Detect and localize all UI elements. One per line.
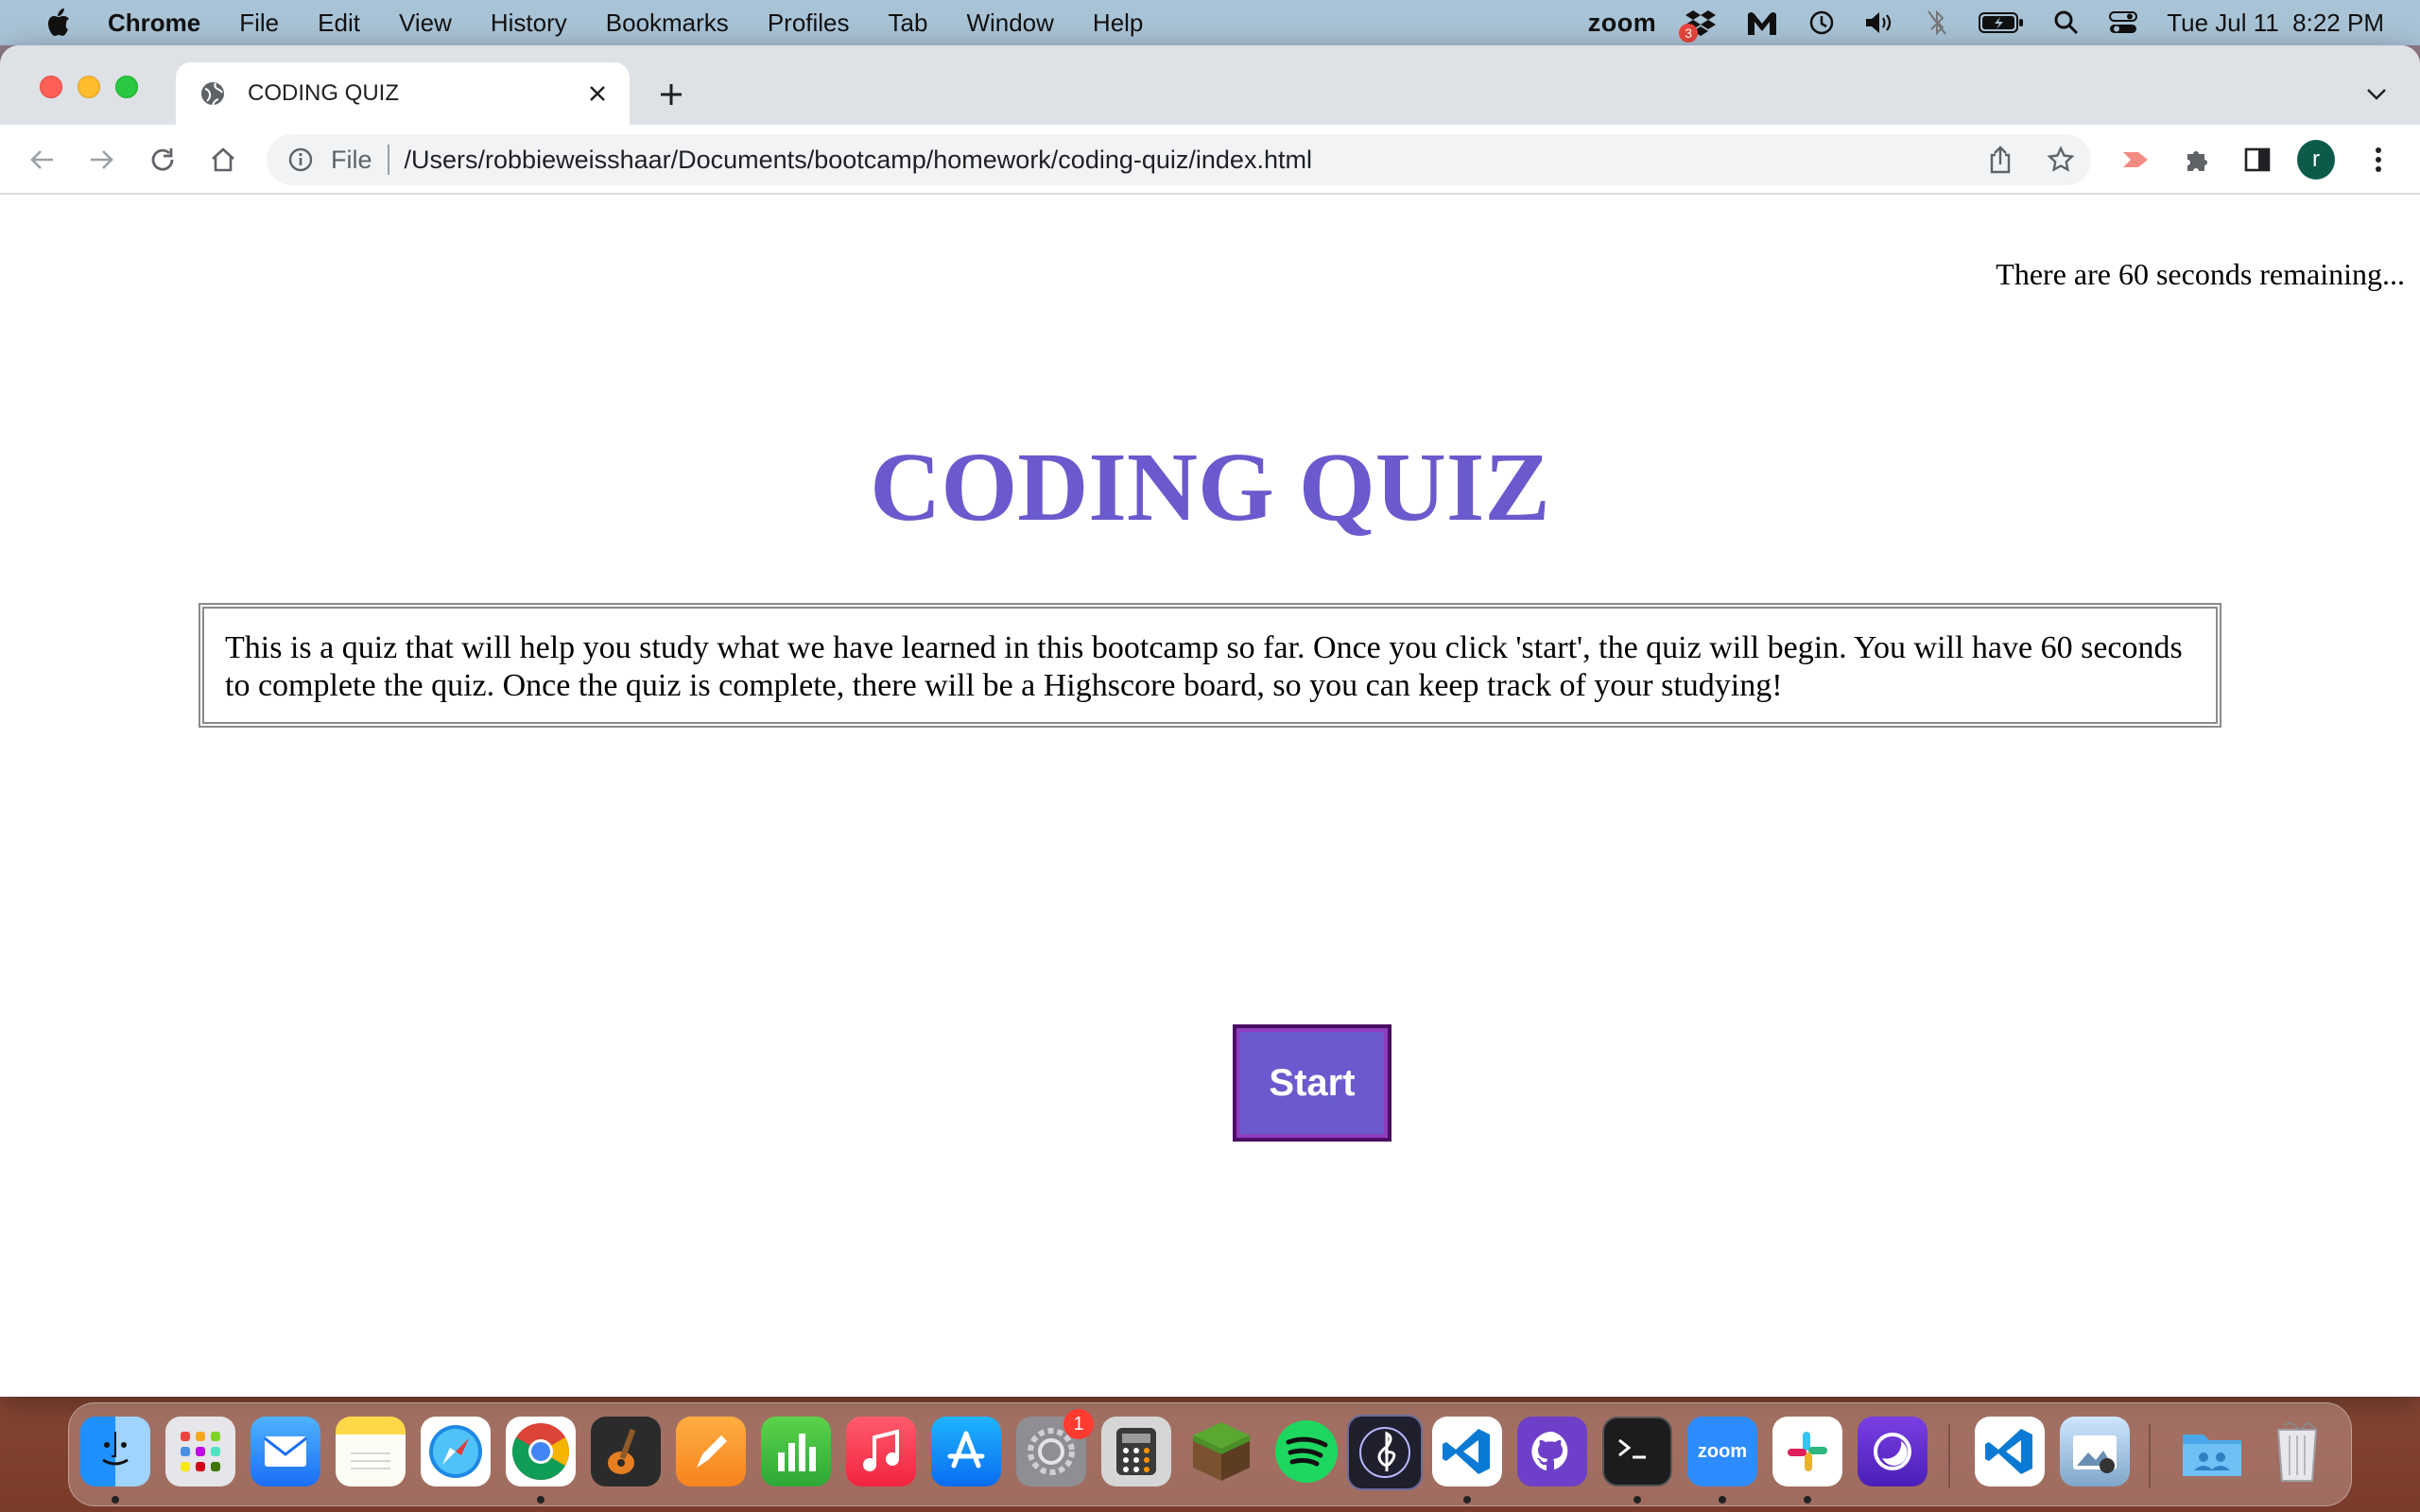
fullscreen-window-button[interactable] [115,76,138,98]
minimize-window-button[interactable] [78,76,100,98]
terminal-running-dot [1634,1496,1641,1503]
url-text[interactable]: /Users/robbieweisshaar/Documents/bootcam… [405,146,1312,175]
menu-help[interactable]: Help [1093,9,1143,38]
side-panel-icon[interactable] [2238,141,2276,179]
page-viewport: There are 60 seconds remaining... CODING… [0,197,2420,1397]
chrome-running-dot [537,1496,544,1503]
minecraft-icon[interactable] [1186,1417,1256,1486]
time-machine-icon[interactable] [1807,9,1836,37]
app-store-icon[interactable] [931,1417,1001,1486]
menu-window[interactable]: Window [966,9,1053,38]
mail-icon[interactable] [251,1417,320,1486]
control-center-icon[interactable] [2108,9,2138,36]
globe-icon [199,79,227,108]
omnibox-actions [1981,141,2080,179]
malwarebytes-icon[interactable] [1745,9,1779,37]
garageband-icon[interactable] [591,1417,661,1486]
apple-icon[interactable] [42,6,76,40]
vscode-running-dot [1463,1496,1471,1503]
moon-app-icon[interactable] [1858,1417,1927,1486]
slack-icon[interactable] [1772,1417,1842,1486]
url-scheme-label: File [331,145,372,174]
settings-badge: 1 [1063,1409,1094,1439]
menu-profiles[interactable]: Profiles [768,9,850,38]
zoom-running-dot [1719,1496,1726,1503]
zoom-status-item[interactable]: zoom [1588,9,1657,38]
back-arrow-icon[interactable] [23,141,60,179]
menu-edit[interactable]: Edit [318,9,360,38]
system-settings-icon[interactable]: 1 [1016,1409,1094,1486]
info-icon[interactable] [285,145,316,175]
volume-icon[interactable] [1864,9,1896,36]
profile-avatar[interactable]: r [2297,140,2335,180]
home-icon[interactable] [204,141,242,179]
dock: 1 zoom [68,1402,2352,1506]
notes-icon[interactable] [336,1417,406,1486]
trash-icon[interactable] [2262,1417,2332,1486]
zoom-app-icon[interactable]: zoom [1687,1417,1757,1486]
tab-title: CODING QUIZ [248,80,399,106]
extensions-puzzle-icon[interactable] [2178,141,2216,179]
menu-view[interactable]: View [399,9,452,38]
forward-arrow-icon[interactable] [83,141,121,179]
menu-tab[interactable]: Tab [889,9,928,38]
slack-running-dot [1804,1496,1811,1503]
treble-clef-app-icon[interactable] [1347,1415,1423,1490]
dock-divider-2 [2149,1424,2151,1488]
pages-icon[interactable] [676,1417,746,1486]
music-icon[interactable] [846,1417,916,1486]
menu-bar: Chrome File Edit View History Bookmarks … [0,0,2420,45]
vscode-recent-icon[interactable] [1975,1417,2045,1486]
reload-icon[interactable] [144,141,182,179]
finder-icon[interactable] [80,1417,150,1486]
browser-toolbar: File /Users/robbieweisshaar/Documents/bo… [0,125,2420,195]
share-icon[interactable] [1981,141,2019,179]
timer-text: There are 60 seconds remaining... [1996,257,2405,291]
tab-strip: CODING QUIZ [0,45,2420,125]
battery-icon[interactable] [1978,10,2025,35]
bluetooth-off-icon[interactable] [1925,9,1949,37]
dropbox-badge: 3 [1679,24,1699,43]
preview-icon[interactable] [2060,1417,2130,1486]
dropbox-icon[interactable]: 3 [1679,9,1717,43]
tab-search-chevron-icon[interactable] [2361,79,2392,110]
clock-datetime[interactable]: Tue Jul 11 8:22 PM [2167,9,2384,38]
kebab-menu-icon[interactable] [2360,141,2397,179]
tab-coding-quiz[interactable]: CODING QUIZ [176,62,630,125]
launchpad-icon[interactable] [165,1417,235,1486]
menu-app-name[interactable]: Chrome [108,9,200,38]
bookmark-star-icon[interactable] [2042,141,2080,179]
dock-divider [1948,1424,1950,1488]
chrome-icon[interactable] [506,1417,576,1486]
new-tab-button[interactable] [654,77,688,112]
vscode-icon[interactable] [1432,1417,1502,1486]
menu-bookmarks[interactable]: Bookmarks [606,9,729,38]
profile-initial: r [2297,140,2335,180]
omnibox-divider [387,145,389,175]
status-area: zoom 3 Tue Jul 11 8:22 PM [1560,0,2384,45]
address-bar[interactable]: File /Users/robbieweisshaar/Documents/bo… [267,134,2091,185]
github-desktop-icon[interactable] [1517,1417,1587,1486]
page-title: CODING QUIZ [870,433,1550,541]
calculator-icon[interactable] [1101,1417,1171,1486]
start-button[interactable]: Start [1233,1024,1392,1142]
extension-red-arrow-icon[interactable] [2118,141,2155,179]
close-window-button[interactable] [40,76,62,98]
terminal-icon[interactable] [1602,1417,1672,1486]
quiz-description: This is a quiz that will help you study … [199,603,2221,728]
spotify-icon[interactable] [1271,1417,1341,1486]
browser-window: CODING QUIZ File /Users/robbieweisshaar/… [0,45,2420,1397]
numbers-icon[interactable] [761,1417,831,1486]
finder-running-dot [112,1496,119,1503]
spotlight-search-icon[interactable] [2053,9,2080,36]
close-tab-icon[interactable] [582,78,613,109]
menu-history[interactable]: History [491,9,567,38]
safari-icon[interactable] [421,1417,491,1486]
menu-file[interactable]: File [239,9,279,38]
shared-folder-icon[interactable] [2177,1417,2247,1486]
